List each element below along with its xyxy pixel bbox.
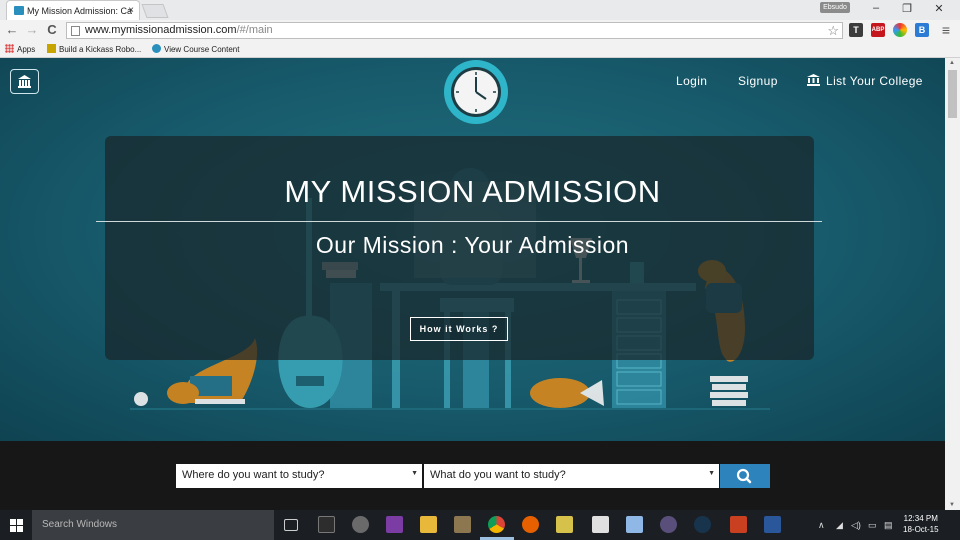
- network-icon[interactable]: ◢: [836, 520, 843, 531]
- chevron-down-icon: ▼: [411, 470, 418, 477]
- tray-chevron-icon[interactable]: ∧: [818, 520, 825, 531]
- new-tab-button[interactable]: [141, 4, 169, 18]
- title-divider: [96, 221, 822, 222]
- maximize-button[interactable]: ❐: [893, 2, 921, 18]
- tab-title: My Mission Admission: Ca: [27, 6, 133, 16]
- taskbar-search-input[interactable]: Search Windows: [32, 510, 274, 540]
- minimize-button[interactable]: –: [862, 2, 890, 18]
- how-it-works-button[interactable]: How it Works ?: [410, 317, 508, 341]
- institution-icon: [807, 74, 820, 86]
- firefox-icon[interactable]: [522, 516, 539, 533]
- back-button[interactable]: ←: [4, 22, 20, 38]
- calculator-icon[interactable]: [592, 516, 609, 533]
- app-icon[interactable]: [626, 516, 643, 533]
- color-wheel-extension-icon[interactable]: [893, 23, 907, 37]
- chrome-menu-icon[interactable]: ≡: [938, 22, 954, 38]
- scrollbar-thumb[interactable]: [948, 70, 957, 118]
- clock-time: 12:34 PM: [903, 514, 938, 523]
- reload-button[interactable]: C: [44, 22, 60, 38]
- clock-logo-icon: [444, 60, 508, 124]
- page-scrollbar[interactable]: ▲ ▼: [945, 58, 960, 510]
- onenote-icon[interactable]: [386, 516, 403, 533]
- browser-tab-bar: My Mission Admission: Ca × Ebsudo – ❐ ✕: [0, 0, 960, 20]
- url-host: www.mymissionadmission.com: [85, 24, 237, 36]
- graduation-cap-icon: [152, 44, 161, 53]
- extension-b-icon[interactable]: B: [915, 23, 929, 37]
- study-subject-placeholder: What do you want to study?: [430, 469, 566, 481]
- browser-tab[interactable]: My Mission Admission: Ca ×: [6, 0, 140, 20]
- battery-icon[interactable]: ▭: [868, 520, 877, 531]
- taskbar-clock[interactable]: 12:34 PM 18-Oct-15: [903, 513, 939, 535]
- bookmark-star-icon[interactable]: ☆: [827, 23, 839, 39]
- bookmark-apps[interactable]: Apps: [5, 44, 35, 54]
- chrome-icon[interactable]: [488, 516, 505, 533]
- institution-icon: [18, 75, 31, 88]
- search-icon: [736, 468, 752, 484]
- app-icon[interactable]: [454, 516, 471, 533]
- scroll-up-icon[interactable]: ▲: [949, 60, 955, 66]
- chevron-down-icon: ▼: [708, 470, 715, 477]
- command-prompt-icon[interactable]: [318, 516, 335, 533]
- ball: [134, 392, 148, 406]
- volume-icon[interactable]: ◁): [851, 520, 861, 531]
- search-button[interactable]: [720, 464, 770, 488]
- clock-date: 18-Oct-15: [903, 525, 939, 534]
- address-toolbar: ← → C www.mymissionadmission.com/#/main …: [0, 20, 960, 41]
- bookmark-label: Apps: [17, 45, 36, 54]
- college-menu-button[interactable]: [10, 69, 39, 94]
- windows-taskbar: Search Windows ∧ ◢ ◁) ▭ ▤ 12:34 PM 18-Oc…: [0, 510, 960, 540]
- site-title: MY MISSION ADMISSION: [284, 174, 661, 209]
- forward-button[interactable]: →: [24, 22, 40, 38]
- url-input[interactable]: www.mymissionadmission.com/#/main ☆: [66, 22, 843, 39]
- file-explorer-icon[interactable]: [420, 516, 437, 533]
- list-college-link[interactable]: List Your College: [807, 74, 923, 88]
- apps-grid-icon: [5, 44, 14, 53]
- notifications-icon[interactable]: ▤: [884, 520, 893, 531]
- powerpoint-icon[interactable]: [730, 516, 747, 533]
- list-college-label: List Your College: [826, 74, 923, 88]
- login-link[interactable]: Login: [676, 74, 707, 88]
- profile-badge[interactable]: Ebsudo: [820, 2, 850, 13]
- site-tagline: Our Mission : Your Admission: [315, 232, 630, 258]
- study-location-placeholder: Where do you want to study?: [182, 469, 325, 481]
- adblock-icon[interactable]: ABP: [871, 23, 885, 37]
- task-view-icon[interactable]: [284, 519, 298, 531]
- signup-link[interactable]: Signup: [738, 74, 778, 88]
- url-path: /#/main: [236, 24, 273, 36]
- tab-close-icon[interactable]: ×: [128, 5, 134, 16]
- bookmark-course-content[interactable]: View Course Content: [152, 44, 239, 54]
- study-location-select[interactable]: Where do you want to study? ▼: [176, 464, 422, 488]
- bookmark-label: View Course Content: [164, 45, 240, 54]
- page-icon: [71, 26, 80, 36]
- course-search-bar: Where do you want to study? ▼ What do yo…: [0, 441, 945, 510]
- word-icon[interactable]: [764, 516, 781, 533]
- bookmarks-bar: Apps Build a Kickass Robo... View Course…: [0, 41, 960, 58]
- web-page: Login Signup List Your College MY MISSIO…: [0, 58, 945, 510]
- site-favicon-icon: [14, 6, 24, 15]
- app-icon[interactable]: [352, 516, 369, 533]
- windows-start-icon[interactable]: [10, 519, 23, 532]
- instructables-icon: [47, 44, 56, 53]
- steam-icon[interactable]: [694, 516, 711, 533]
- scroll-down-icon[interactable]: ▼: [949, 502, 955, 508]
- bookmark-label: Build a Kickass Robo...: [59, 45, 142, 54]
- folder-icon[interactable]: [556, 516, 573, 533]
- app-icon[interactable]: [660, 516, 677, 533]
- study-subject-select[interactable]: What do you want to study? ▼: [424, 464, 719, 488]
- close-window-button[interactable]: ✕: [925, 2, 953, 18]
- hero-section: Login Signup List Your College MY MISSIO…: [0, 58, 945, 441]
- bookmark-kickass-robot[interactable]: Build a Kickass Robo...: [47, 44, 141, 54]
- extension-t-icon[interactable]: T: [849, 23, 863, 37]
